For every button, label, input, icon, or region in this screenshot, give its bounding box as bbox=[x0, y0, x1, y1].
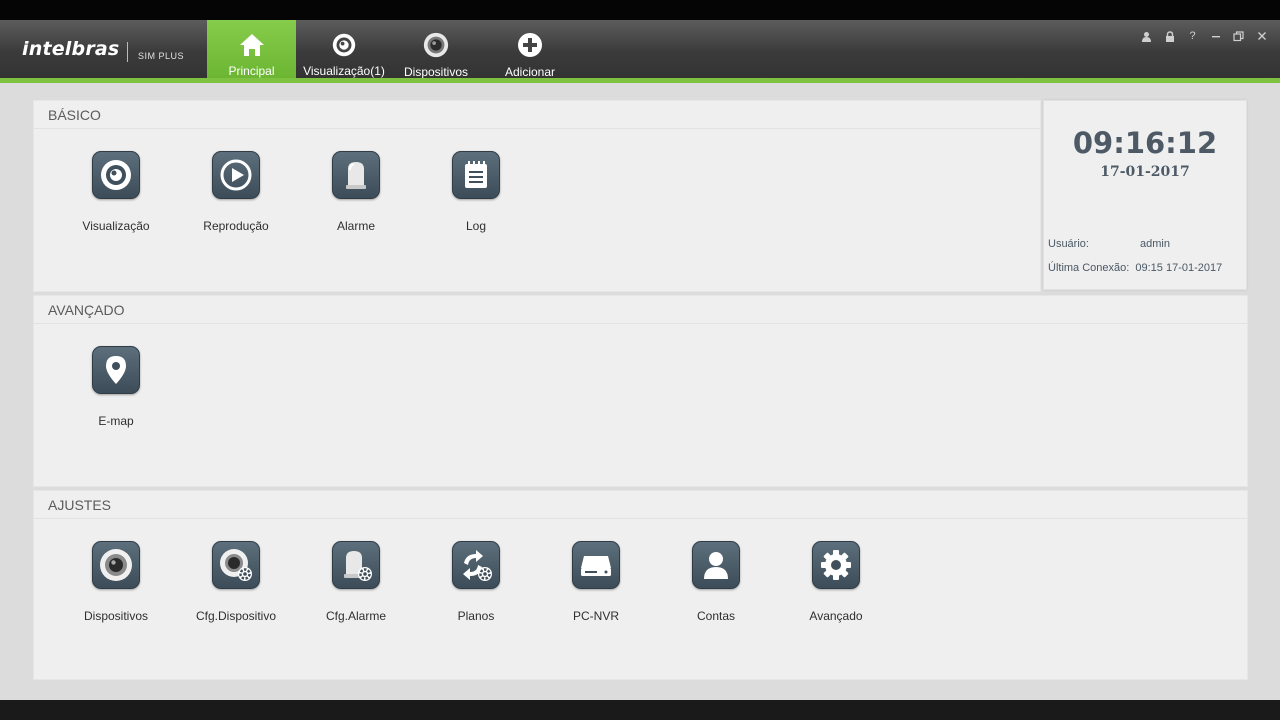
tile-log[interactable]: Log bbox=[421, 151, 531, 233]
nav-tab-principal[interactable]: Principal bbox=[207, 20, 296, 78]
clock-time: 09:16:12 bbox=[1072, 126, 1218, 160]
user-value: admin bbox=[1140, 238, 1170, 250]
nav-tab-label: Visualização(1) bbox=[303, 64, 385, 78]
letterbox-top bbox=[0, 0, 1280, 20]
user-icon[interactable] bbox=[1138, 28, 1155, 44]
clock-panel: 09:16:12 17-01-2017 Usuário: admin Últim… bbox=[1043, 100, 1247, 290]
tile-emap[interactable]: E-map bbox=[61, 346, 171, 428]
last-connection-label: Última Conexão: bbox=[1048, 262, 1130, 274]
play-icon bbox=[212, 151, 260, 199]
panel-divider bbox=[34, 323, 1247, 324]
nav-tab-label: Dispositivos bbox=[403, 65, 469, 79]
gear-icon bbox=[812, 541, 860, 589]
nav-tab-adicionar[interactable]: Adicionar bbox=[489, 20, 571, 79]
eye-icon bbox=[92, 151, 140, 199]
user-icon bbox=[692, 541, 740, 589]
camera-icon bbox=[92, 541, 140, 589]
window-controls: ? bbox=[1138, 28, 1270, 44]
camera-icon bbox=[422, 31, 450, 59]
lock-icon[interactable] bbox=[1161, 28, 1178, 44]
clock-date: 17-01-2017 bbox=[1100, 164, 1190, 180]
log-icon bbox=[452, 151, 500, 199]
help-icon[interactable]: ? bbox=[1184, 28, 1201, 44]
tile-dispositivos[interactable]: Dispositivos bbox=[61, 541, 171, 623]
tile-visualizacao[interactable]: Visualização bbox=[61, 151, 171, 233]
tile-label: Visualização bbox=[82, 219, 150, 233]
last-connection-row: Última Conexão: 09:15 17-01-2017 bbox=[1048, 262, 1222, 274]
panel-avancado: AVANÇADO E-map bbox=[33, 295, 1248, 487]
tile-label: Reprodução bbox=[203, 219, 269, 233]
panel-title: BÁSICO bbox=[48, 107, 101, 123]
tile-label: Cfg.Alarme bbox=[325, 609, 387, 623]
app-window: intelbras SIM PLUS Principal Visualizaçã… bbox=[0, 20, 1280, 700]
user-label: Usuário: bbox=[1048, 238, 1089, 250]
tile-cfg-alarme[interactable]: Cfg.Alarme bbox=[301, 541, 411, 623]
tile-label: PC-NVR bbox=[572, 609, 619, 623]
panel-divider bbox=[34, 128, 1040, 129]
tile-label: Alarme bbox=[336, 219, 375, 233]
logo-divider bbox=[127, 42, 128, 62]
panel-title: AJUSTES bbox=[48, 497, 112, 513]
schedule-settings-icon bbox=[452, 541, 500, 589]
map-pin-icon bbox=[92, 346, 140, 394]
alarm-settings-icon bbox=[332, 541, 380, 589]
tile-contas[interactable]: Contas bbox=[661, 541, 771, 623]
tile-alarme[interactable]: Alarme bbox=[301, 151, 411, 233]
letterbox-bottom bbox=[0, 700, 1280, 720]
tile-label: Dispositivos bbox=[83, 609, 149, 623]
nav-tab-dispositivos[interactable]: Dispositivos bbox=[394, 20, 478, 79]
header-accent-line bbox=[0, 78, 1280, 83]
eye-icon bbox=[330, 31, 358, 58]
tile-label: Planos bbox=[457, 609, 495, 623]
restore-icon[interactable] bbox=[1230, 28, 1247, 44]
tile-label: Contas bbox=[696, 609, 736, 623]
tile-avancado[interactable]: Avançado bbox=[781, 541, 891, 623]
home-icon bbox=[238, 31, 266, 58]
tile-label: Cfg.Dispositivo bbox=[195, 609, 277, 623]
tile-reproducao[interactable]: Reprodução bbox=[181, 151, 291, 233]
panel-ajustes: AJUSTES Dispositivos Cfg.Dispositivo Cfg… bbox=[33, 490, 1248, 680]
header-bar: intelbras SIM PLUS Principal Visualizaçã… bbox=[0, 20, 1280, 79]
tile-cfg-dispositivo[interactable]: Cfg.Dispositivo bbox=[181, 541, 291, 623]
panel-basico: BÁSICO Visualização Reprodução Alarme Lo… bbox=[33, 100, 1041, 292]
app-logo-subtitle: SIM PLUS bbox=[138, 51, 185, 61]
tile-pc-nvr[interactable]: PC-NVR bbox=[541, 541, 651, 623]
app-logo: intelbras bbox=[22, 38, 120, 60]
tile-label: E-map bbox=[98, 414, 134, 428]
nav-tab-label: Adicionar bbox=[504, 65, 556, 79]
hard-drive-icon bbox=[572, 541, 620, 589]
tile-planos[interactable]: Planos bbox=[421, 541, 531, 623]
alarm-light-icon bbox=[332, 151, 380, 199]
last-connection-value: 09:15 17-01-2017 bbox=[1135, 262, 1223, 274]
nav-tab-visualizacao[interactable]: Visualização(1) bbox=[299, 20, 389, 78]
tile-label: Log bbox=[465, 219, 487, 233]
tile-label: Avançado bbox=[809, 609, 863, 623]
panel-title: AVANÇADO bbox=[48, 302, 125, 318]
minimize-icon[interactable] bbox=[1207, 28, 1224, 44]
user-row: Usuário: admin bbox=[1048, 238, 1170, 250]
plus-icon bbox=[516, 31, 544, 59]
panel-divider bbox=[34, 518, 1247, 519]
nav-tab-label: Principal bbox=[228, 64, 275, 78]
close-icon[interactable] bbox=[1253, 28, 1270, 44]
camera-settings-icon bbox=[212, 541, 260, 589]
